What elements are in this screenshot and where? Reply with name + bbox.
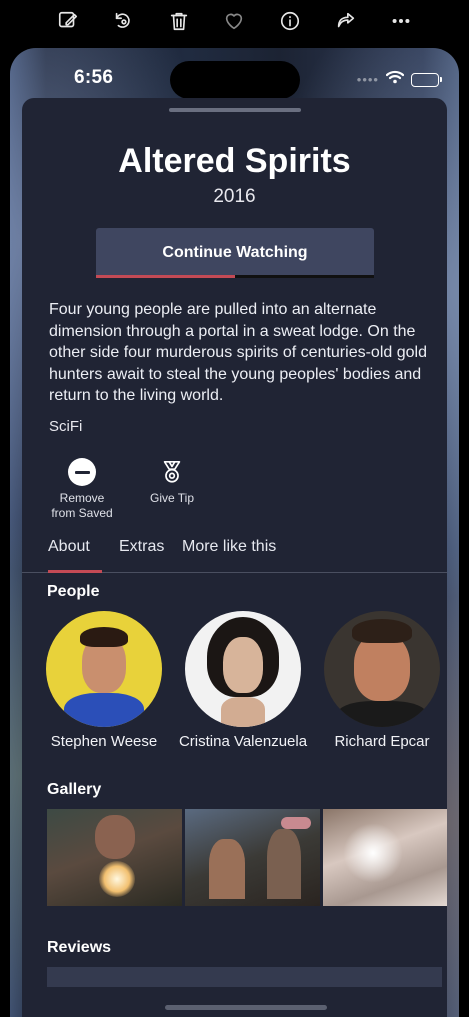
movie-genre: SciFi (49, 418, 83, 435)
movie-year: 2016 (213, 186, 256, 207)
dynamic-island (170, 61, 300, 99)
avatar (324, 611, 440, 727)
active-tab-indicator (48, 570, 102, 573)
status-time: 6:56 (74, 67, 114, 88)
give-tip-label: Give Tip (149, 491, 194, 505)
watch-progress-fill (96, 275, 235, 278)
viewer-toolbar (0, 0, 469, 42)
movie-detail-sheet: Altered Spirits 2016 Continue Watching F… (22, 98, 447, 1017)
movie-description: Four young people are pulled into an alt… (49, 301, 427, 405)
gallery-image[interactable] (47, 809, 182, 906)
person-name: Stephen Weese (50, 733, 158, 750)
remove-label-line1: Remove (59, 491, 105, 505)
movie-title: Altered Spirits (118, 142, 351, 180)
detail-tabs: About Extras More like this (22, 528, 447, 573)
heart-icon[interactable] (219, 6, 249, 36)
phone-screen: 6:56 •••• Altered Spirits 2016 Continue … (10, 48, 459, 1017)
gallery-image[interactable] (185, 809, 320, 906)
sheet-grabber[interactable] (169, 108, 301, 112)
trash-icon[interactable] (164, 6, 194, 36)
status-bar: 6:56 •••• (10, 48, 459, 104)
watch-progress-bar (96, 275, 374, 278)
remove-label-line2: from Saved (51, 506, 113, 520)
review-card[interactable] (47, 967, 442, 987)
gallery-image[interactable] (323, 809, 447, 906)
signal-dots: •••• (356, 72, 379, 87)
gallery-heading: Gallery (47, 781, 102, 798)
gallery-strip (47, 809, 447, 906)
person-card[interactable]: Cristina Valenzuela (178, 611, 308, 750)
give-tip-button[interactable]: Give Tip (136, 458, 208, 506)
share-icon[interactable] (331, 6, 361, 36)
edit-icon[interactable] (53, 6, 83, 36)
continue-watching-label: Continue Watching (162, 244, 308, 261)
person-card[interactable]: Stephen Weese (39, 611, 169, 750)
minus-circle-icon (68, 458, 96, 486)
wifi-icon (385, 70, 405, 89)
person-card[interactable]: Richard Epcar (317, 611, 447, 750)
battery-icon (411, 72, 442, 87)
people-heading: People (47, 583, 100, 600)
person-name: Cristina Valenzuela (178, 733, 308, 750)
more-icon[interactable] (386, 6, 416, 36)
avatar (185, 611, 301, 727)
tab-extras[interactable]: Extras (119, 538, 164, 556)
remove-from-saved-button[interactable]: Remove from Saved (46, 458, 118, 521)
tab-about[interactable]: About (48, 538, 90, 556)
tab-more-like-this[interactable]: More like this (182, 538, 276, 556)
medal-icon (158, 458, 186, 486)
rotate-icon[interactable] (108, 6, 138, 36)
info-icon[interactable] (275, 6, 305, 36)
reviews-heading: Reviews (47, 939, 112, 956)
continue-watching-button[interactable]: Continue Watching (96, 228, 374, 278)
avatar (46, 611, 162, 727)
home-indicator[interactable] (165, 1005, 327, 1010)
person-name: Richard Epcar (334, 733, 430, 750)
status-indicators: •••• (356, 70, 442, 89)
